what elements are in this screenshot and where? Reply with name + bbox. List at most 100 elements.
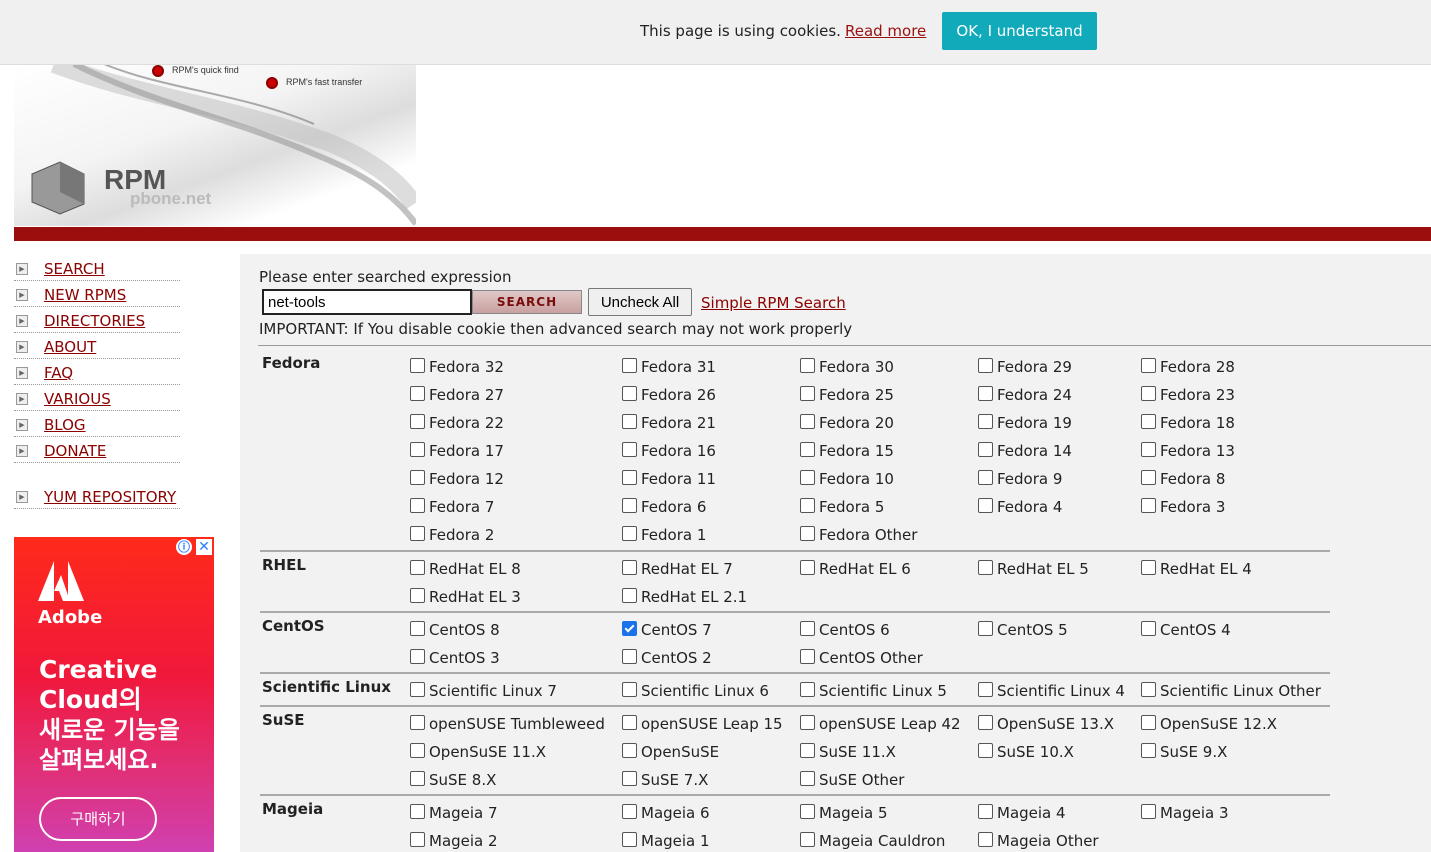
distro-option[interactable]: Fedora 29 xyxy=(978,358,1072,376)
distro-option[interactable]: Fedora 26 xyxy=(622,386,716,404)
distro-option[interactable]: CentOS 6 xyxy=(800,621,890,639)
distro-option[interactable]: CentOS 4 xyxy=(1141,621,1231,639)
distro-option[interactable]: SuSE Other xyxy=(800,771,904,789)
sidebar-item[interactable]: ▶ FAQ xyxy=(14,359,180,385)
distro-option[interactable]: Fedora 28 xyxy=(1141,358,1235,376)
checkbox[interactable] xyxy=(410,621,425,636)
distro-option[interactable]: CentOS 8 xyxy=(410,621,500,639)
checkbox[interactable] xyxy=(800,649,815,664)
distro-option[interactable]: Fedora 32 xyxy=(410,358,504,376)
checkbox[interactable] xyxy=(410,649,425,664)
distro-option[interactable]: RedHat EL 7 xyxy=(622,560,733,578)
checkbox[interactable] xyxy=(978,832,993,847)
checkbox[interactable] xyxy=(800,804,815,819)
distro-option[interactable]: RedHat EL 3 xyxy=(410,588,521,606)
checkbox[interactable] xyxy=(978,715,993,730)
distro-option[interactable]: Fedora 25 xyxy=(800,386,894,404)
distro-option[interactable]: Fedora 13 xyxy=(1141,442,1235,460)
checkbox[interactable] xyxy=(410,414,425,429)
checkbox[interactable] xyxy=(410,470,425,485)
uncheck-all-button[interactable]: Uncheck All xyxy=(588,288,692,316)
distro-option[interactable]: Mageia 5 xyxy=(800,804,888,822)
checkbox[interactable] xyxy=(800,771,815,786)
checkbox[interactable] xyxy=(978,358,993,373)
distro-option[interactable]: Fedora 24 xyxy=(978,386,1072,404)
distro-option[interactable]: Fedora 4 xyxy=(978,498,1062,516)
checkbox[interactable] xyxy=(622,771,637,786)
distro-option[interactable]: openSUSE Leap 42 xyxy=(800,715,961,733)
checkbox[interactable] xyxy=(800,682,815,697)
sidebar-item[interactable]: ▶ NEW RPMS xyxy=(14,281,180,307)
accept-cookies-button[interactable]: OK, I understand xyxy=(942,12,1097,50)
checkbox[interactable] xyxy=(1141,386,1156,401)
checkbox[interactable] xyxy=(800,386,815,401)
distro-option[interactable]: Mageia 6 xyxy=(622,804,710,822)
distro-option[interactable]: CentOS Other xyxy=(800,649,923,667)
distro-option[interactable]: CentOS 3 xyxy=(410,649,500,667)
checkbox[interactable] xyxy=(978,621,993,636)
distro-option[interactable]: Fedora 2 xyxy=(410,526,494,544)
checkbox[interactable] xyxy=(800,715,815,730)
ad-info-icon[interactable]: ⓘ xyxy=(176,539,192,555)
checkbox[interactable] xyxy=(410,386,425,401)
checkbox[interactable] xyxy=(622,358,637,373)
checkbox[interactable] xyxy=(800,526,815,541)
distro-option[interactable]: Fedora 31 xyxy=(622,358,716,376)
distro-option[interactable]: SuSE 9.X xyxy=(1141,743,1227,761)
distro-option[interactable]: Fedora 9 xyxy=(978,470,1062,488)
distro-option[interactable]: Mageia 2 xyxy=(410,832,498,850)
checkbox[interactable] xyxy=(1141,358,1156,373)
distro-option[interactable]: Fedora 20 xyxy=(800,414,894,432)
distro-option[interactable]: openSUSE Leap 15 xyxy=(622,715,783,733)
checkbox[interactable] xyxy=(1141,743,1156,758)
distro-option[interactable]: Fedora 19 xyxy=(978,414,1072,432)
checkbox[interactable] xyxy=(410,526,425,541)
distro-option[interactable]: SuSE 8.X xyxy=(410,771,496,789)
checkbox[interactable] xyxy=(1141,804,1156,819)
checkbox[interactable] xyxy=(978,682,993,697)
checkbox[interactable] xyxy=(978,414,993,429)
checkbox[interactable] xyxy=(1141,682,1156,697)
distro-option[interactable]: RedHat EL 5 xyxy=(978,560,1089,578)
distro-option[interactable]: Fedora 16 xyxy=(622,442,716,460)
ad-close-icon[interactable]: ✕ xyxy=(196,539,212,555)
checkbox[interactable] xyxy=(1141,498,1156,513)
checkbox[interactable] xyxy=(1141,414,1156,429)
sidebar-link[interactable]: NEW RPMS xyxy=(44,286,126,304)
sidebar-item[interactable]: ▶ BLOG xyxy=(14,411,180,437)
checkbox[interactable] xyxy=(622,832,637,847)
distro-option[interactable]: Scientific Linux 4 xyxy=(978,682,1125,700)
checkbox[interactable] xyxy=(622,442,637,457)
distro-option[interactable]: SuSE 7.X xyxy=(622,771,708,789)
distro-option[interactable]: Fedora Other xyxy=(800,526,917,544)
checkbox[interactable] xyxy=(622,470,637,485)
checkbox[interactable] xyxy=(800,358,815,373)
checkbox[interactable] xyxy=(622,386,637,401)
checkbox[interactable] xyxy=(622,588,637,603)
sidebar-link[interactable]: FAQ xyxy=(44,364,73,382)
checkbox[interactable] xyxy=(800,743,815,758)
distro-option[interactable]: CentOS 5 xyxy=(978,621,1068,639)
sidebar-link-yum[interactable]: YUM REPOSITORY xyxy=(44,488,176,506)
distro-option[interactable]: Fedora 22 xyxy=(410,414,504,432)
checkbox[interactable] xyxy=(622,743,637,758)
distro-option[interactable]: CentOS 7 xyxy=(622,621,712,639)
checkbox[interactable] xyxy=(978,498,993,513)
checkbox[interactable] xyxy=(410,498,425,513)
distro-option[interactable]: Fedora 27 xyxy=(410,386,504,404)
checkbox[interactable] xyxy=(1141,560,1156,575)
advertisement[interactable]: ⓘ ✕ Adobe Creative Cloud의 새로운 기능을 살펴보세요.… xyxy=(14,537,214,852)
checkbox[interactable] xyxy=(978,470,993,485)
distro-option[interactable]: Fedora 18 xyxy=(1141,414,1235,432)
distro-option[interactable]: Mageia Other xyxy=(978,832,1099,850)
checkbox[interactable] xyxy=(410,682,425,697)
sidebar-item[interactable]: ▶ DIRECTORIES xyxy=(14,307,180,333)
distro-option[interactable]: OpenSuSE 12.X xyxy=(1141,715,1277,733)
distro-option[interactable]: CentOS 2 xyxy=(622,649,712,667)
sidebar-item[interactable]: ▶ SEARCH xyxy=(14,255,180,281)
sidebar-item[interactable]: ▶ VARIOUS xyxy=(14,385,180,411)
distro-option[interactable]: Fedora 11 xyxy=(622,470,716,488)
distro-option[interactable]: Fedora 23 xyxy=(1141,386,1235,404)
checkbox[interactable] xyxy=(978,743,993,758)
checkbox[interactable] xyxy=(622,715,637,730)
